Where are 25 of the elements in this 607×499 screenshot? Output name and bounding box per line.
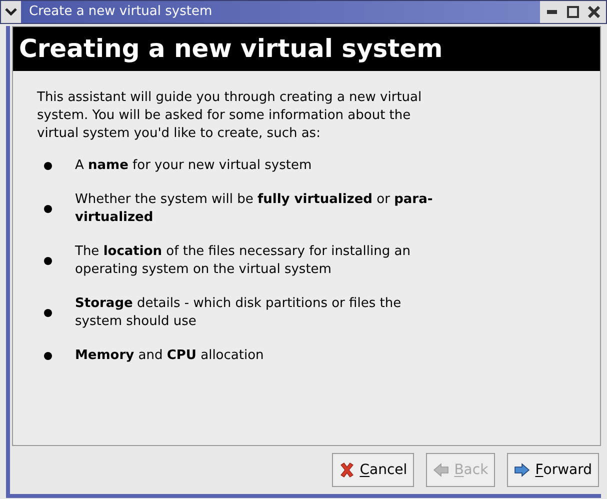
bullet-text: Storage details - which disk partitions or files the system should use — [75, 295, 402, 331]
bullet-text: Memory and CPU allocation — [75, 347, 264, 365]
bullet-icon — [44, 257, 52, 265]
close-button[interactable] — [585, 3, 603, 21]
maximize-button[interactable] — [564, 3, 582, 21]
bullet-icon — [44, 309, 52, 317]
right-arrow-icon — [514, 463, 530, 477]
page-heading: Creating a new virtual system — [19, 33, 443, 66]
menu-button[interactable] — [1, 1, 21, 23]
bullet-icon — [44, 352, 52, 360]
bullet-icon — [44, 205, 52, 213]
close-icon — [588, 6, 600, 18]
cancel-button[interactable]: Cancel — [332, 453, 414, 487]
left-arrow-icon — [433, 463, 450, 477]
bullet-icon — [44, 162, 52, 170]
bullet-text: The location of the files necessary for installing an operating system on the virtual system — [75, 243, 412, 279]
minimize-icon — [547, 10, 557, 14]
bullet-text: Whether the system will be fully virtualized or para-virtualized — [75, 191, 434, 227]
chevron-down-icon — [5, 8, 17, 16]
close-icon — [338, 462, 355, 478]
intro-text: This assistant will guide you through creating a new virtual system. You will be asked for some information about the virtual system you'd like to create, such as: — [37, 89, 423, 143]
maximize-icon — [567, 6, 579, 18]
forward-button[interactable]: Forward — [507, 453, 599, 487]
window-title: Create a new virtual system — [29, 3, 214, 22]
bullet-text: A name for your new virtual system — [75, 157, 312, 175]
